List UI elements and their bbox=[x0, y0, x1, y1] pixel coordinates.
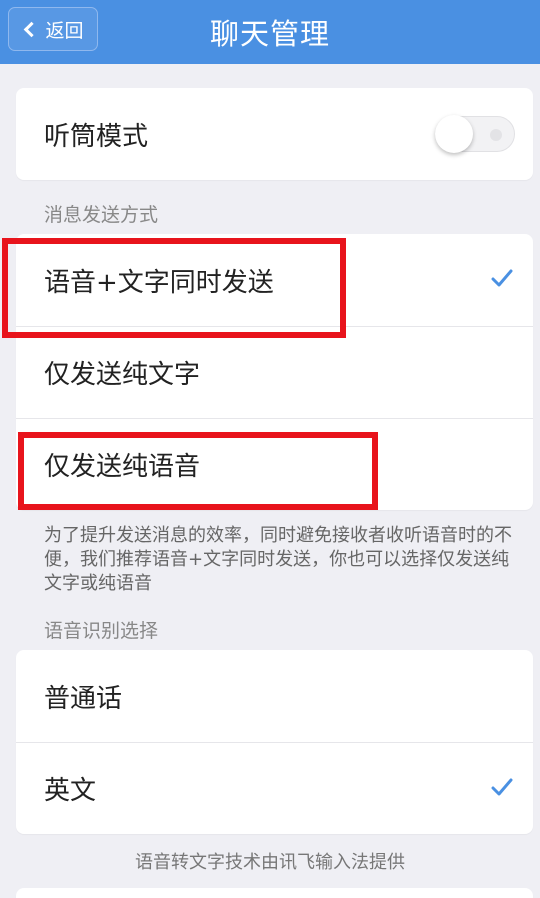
toggle-off-indicator bbox=[490, 129, 502, 141]
page-title: 聊天管理 bbox=[209, 17, 330, 51]
send-mode-option-text-only[interactable]: 仅发送纯文字 bbox=[16, 326, 533, 418]
option-label: 英文 bbox=[44, 776, 97, 806]
recognition-option-english[interactable]: 英文 bbox=[16, 742, 533, 834]
recognition-card: 普通话 英文 bbox=[16, 650, 533, 834]
option-label: 普通话 bbox=[44, 683, 123, 714]
option-label: 仅发送纯文字 bbox=[44, 360, 201, 390]
option-label: 仅发送纯语音 bbox=[44, 452, 201, 482]
earpiece-mode-toggle[interactable] bbox=[435, 115, 515, 153]
recognition-section-label: 语音识别选择 bbox=[44, 620, 159, 642]
send-mode-section-label: 消息发送方式 bbox=[44, 204, 159, 226]
earpiece-mode-row: 听筒模式 bbox=[16, 88, 533, 180]
send-mode-note: 为了提升发送消息的效率，同时避免接收者收听语音时的不便，我们推荐语音+文字同时发… bbox=[44, 525, 512, 594]
option-label: 语音+文字同时发送 bbox=[44, 267, 274, 298]
chevron-left-icon bbox=[24, 21, 40, 37]
checkmark-icon bbox=[491, 269, 513, 287]
navigation-bar: 返回 聊天管理 bbox=[0, 0, 540, 64]
toggle-knob bbox=[435, 115, 473, 153]
next-card-partial bbox=[16, 888, 533, 898]
send-mode-option-voice-only[interactable]: 仅发送纯语音 bbox=[16, 418, 533, 510]
recognition-option-mandarin[interactable]: 普通话 bbox=[16, 650, 533, 742]
recognition-footer-note: 语音转文字技术由讯飞输入法提供 bbox=[135, 852, 405, 873]
send-mode-option-voice-text[interactable]: 语音+文字同时发送 bbox=[16, 234, 533, 326]
earpiece-card: 听筒模式 bbox=[16, 88, 533, 180]
checkmark-icon bbox=[491, 778, 513, 795]
send-mode-card: 语音+文字同时发送 仅发送纯文字 仅发送纯语音 bbox=[16, 234, 533, 510]
earpiece-mode-label: 听筒模式 bbox=[44, 121, 149, 152]
back-button-label: 返回 bbox=[45, 19, 84, 42]
back-button[interactable]: 返回 bbox=[8, 7, 98, 51]
